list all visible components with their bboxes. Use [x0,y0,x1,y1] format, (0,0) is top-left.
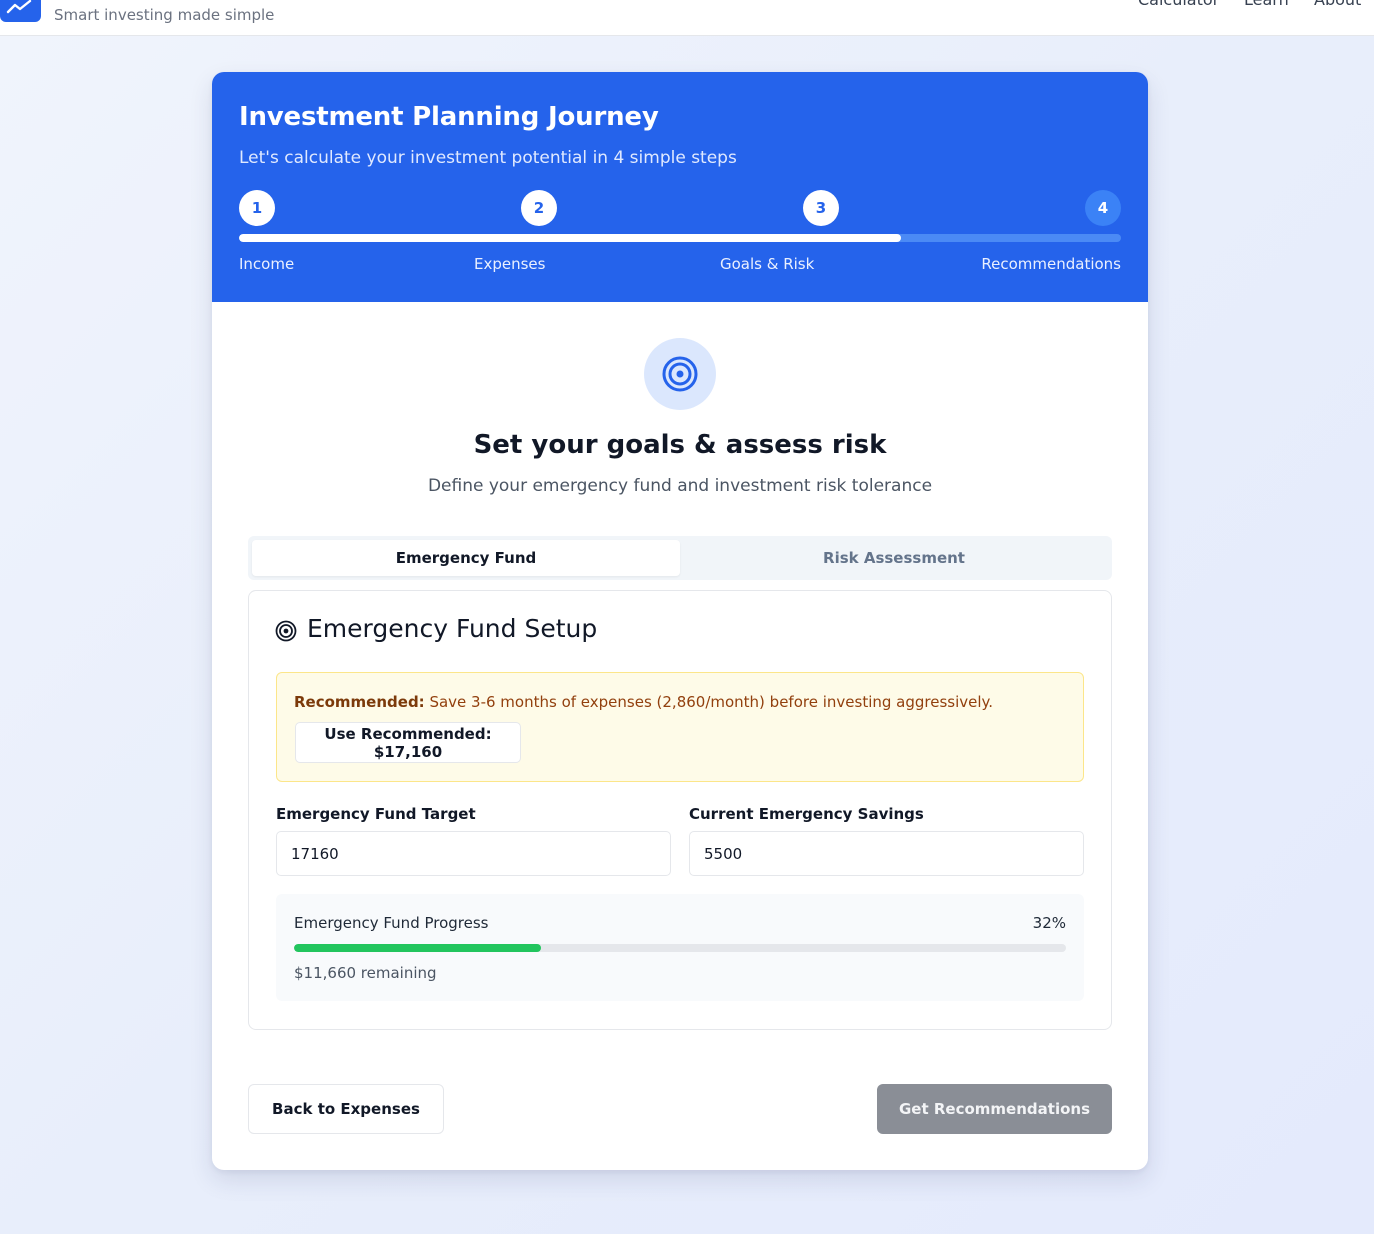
step-2-label: Expenses [474,255,546,273]
tab-emergency-fund[interactable]: Emergency Fund [252,540,680,576]
fund-progress-percent: 32% [1032,914,1066,932]
step-1-label: Income [239,255,295,273]
journey-progress-fill [239,234,901,242]
app-tagline: Smart investing made simple [54,6,275,24]
tab-risk-assessment[interactable]: Risk Assessment [680,540,1108,576]
nav-link-learn[interactable]: Learn [1244,0,1289,9]
goal-badge [644,338,716,410]
recommendation-text: Recommended: Save 3-6 months of expenses… [294,693,993,711]
planning-card: Investment Planning Journey Let's calcul… [212,72,1148,1170]
target-field-label: Emergency Fund Target [276,805,476,823]
emergency-fund-title: Emergency Fund Setup [307,614,598,643]
step-1-indicator: 1 [239,190,275,226]
fund-progress-fill [294,944,542,952]
goal-tabs: Emergency Fund Risk Assessment [248,536,1112,580]
step-3-label: Goals & Risk [720,255,815,273]
savings-field-label: Current Emergency Savings [689,805,924,823]
current-savings-input[interactable] [689,831,1084,876]
step-4-indicator: 4 [1085,190,1121,226]
fund-progress-bar [294,944,1066,952]
step-4-label: Recommendations [981,255,1121,273]
top-nav: Smart investing made simple Calculator L… [0,0,1374,36]
nav-link-calculator[interactable]: Calculator [1138,0,1219,9]
nav-link-about[interactable]: About [1314,0,1361,9]
trending-up-icon [6,0,32,14]
fund-remaining-text: $11,660 remaining [294,964,437,982]
use-recommended-button[interactable]: Use Recommended: $17,160 [295,722,521,763]
journey-progress-bar [239,234,1121,242]
fund-progress-label: Emergency Fund Progress [294,914,489,932]
step-3-indicator: 3 [803,190,839,226]
get-recommendations-button[interactable]: Get Recommendations [877,1084,1112,1134]
emergency-target-input[interactable] [276,831,671,876]
step-2-indicator: 2 [521,190,557,226]
target-icon [275,620,297,642]
recommendation-detail: Save 3-6 months of expenses (2,860/month… [424,693,994,711]
section-subtitle: Define your emergency fund and investmen… [427,476,933,496]
back-to-expenses-button[interactable]: Back to Expenses [248,1084,444,1134]
recommendation-label: Recommended: [294,693,425,711]
section-title: Set your goals & assess risk [473,430,887,460]
journey-subtitle: Let's calculate your investment potentia… [239,148,737,168]
app-logo[interactable] [0,0,41,22]
journey-title: Investment Planning Journey [239,102,659,132]
journey-header: Investment Planning Journey Let's calcul… [212,72,1148,302]
target-icon [662,356,698,392]
